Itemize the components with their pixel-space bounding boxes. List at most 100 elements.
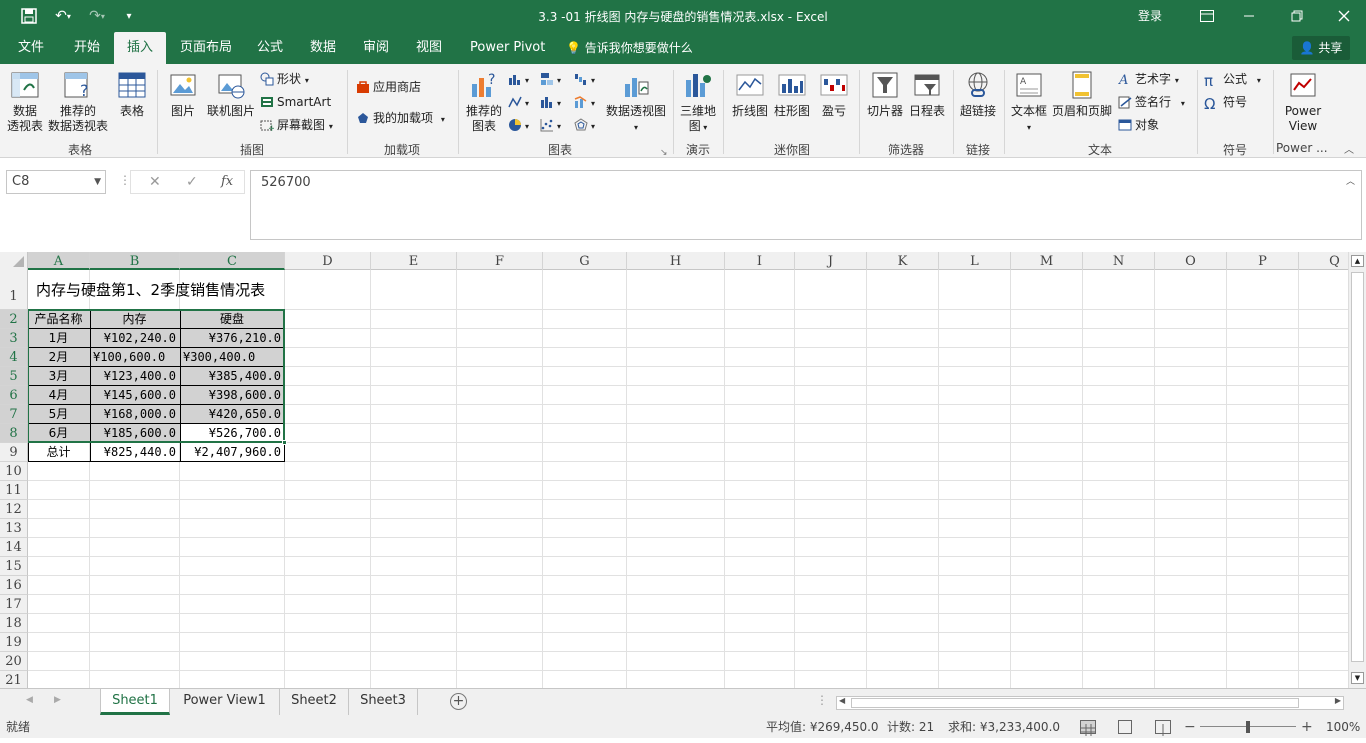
sparkline-line-button[interactable]: 折线图 <box>730 70 770 119</box>
tell-me-search[interactable]: 💡 告诉我你想要做什么 <box>566 32 693 64</box>
screenshot-button[interactable]: + 屏幕截图 ▾ <box>260 116 333 136</box>
column-header-i[interactable]: I <box>725 252 795 270</box>
cancel-icon[interactable]: ✕ <box>149 174 161 190</box>
timeline-button[interactable]: 日程表 <box>907 70 947 119</box>
pivot-table-button[interactable]: 数据 透视表 <box>5 70 45 134</box>
smartart-button[interactable]: SmartArt <box>260 93 331 111</box>
hscroll-left-icon[interactable]: ◀ <box>839 696 845 705</box>
row-header-16[interactable]: 16 <box>0 576 28 595</box>
recommended-pivot-button[interactable]: ? 推荐的 数据透视表 <box>46 70 110 134</box>
tab-insert[interactable]: 插入 <box>114 32 167 64</box>
row-header-11[interactable]: 11 <box>0 481 28 500</box>
tab-view[interactable]: 视图 <box>403 32 455 64</box>
column-header-a[interactable]: A <box>28 252 90 270</box>
tab-page-layout[interactable]: 页面布局 <box>167 32 245 64</box>
tab-file[interactable]: 文件 <box>5 32 57 64</box>
pivot-chart-button[interactable]: 数据透视图 ▾ <box>604 70 668 135</box>
column-header-d[interactable]: D <box>285 252 371 270</box>
cell-a2[interactable]: 产品名称 <box>31 310 86 329</box>
minimize-icon[interactable] <box>1238 6 1260 26</box>
column-chart-dropdown[interactable]: ▾ <box>508 70 529 90</box>
scroll-right-icon[interactable]: ▶ <box>54 695 61 705</box>
column-header-l[interactable]: L <box>939 252 1011 270</box>
row-header-6[interactable]: 6 <box>0 386 28 405</box>
cell-b2[interactable]: 内存 <box>93 310 176 329</box>
column-header-f[interactable]: F <box>457 252 543 270</box>
wordart-button[interactable]: A 艺术字 ▾ <box>1118 70 1179 90</box>
cell-c6[interactable]: ¥398,600.0 <box>183 386 281 405</box>
shapes-button[interactable]: 形状 ▾ <box>260 70 309 90</box>
sparkline-winloss-button[interactable]: 盈亏 <box>816 70 852 119</box>
row-header-8[interactable]: 8 <box>0 424 28 443</box>
store-button[interactable]: 应用商店 <box>356 78 421 96</box>
select-all-button[interactable] <box>0 252 28 270</box>
cell-a4[interactable]: 2月 <box>31 348 86 367</box>
slicer-button[interactable]: 切片器 <box>865 70 905 119</box>
cell-c7[interactable]: ¥420,650.0 <box>183 405 281 424</box>
my-addins-button[interactable]: 我的加载项 ▾ <box>356 109 445 129</box>
save-icon[interactable] <box>18 6 40 26</box>
signature-line-button[interactable]: 签名行 ▾ <box>1118 93 1185 113</box>
cell-b4[interactable]: ¥100,600.0 <box>93 348 176 367</box>
symbol-button[interactable]: Ω 符号 <box>1204 93 1247 113</box>
row-header-4[interactable]: 4 <box>0 348 28 367</box>
tab-formulas[interactable]: 公式 <box>244 32 296 64</box>
row-header-7[interactable]: 7 <box>0 405 28 424</box>
row-header-12[interactable]: 12 <box>0 500 28 519</box>
scroll-thumb[interactable] <box>1351 272 1364 662</box>
row-header-17[interactable]: 17 <box>0 595 28 614</box>
normal-view-icon[interactable] <box>1080 720 1096 736</box>
row-header-9[interactable]: 9 <box>0 443 28 462</box>
hscroll-right-icon[interactable]: ▶ <box>1335 696 1341 705</box>
cell-c4[interactable]: ¥300,400.0 <box>183 348 281 367</box>
column-header-c[interactable]: C <box>180 252 285 270</box>
recommended-charts-button[interactable]: ? 推荐的 图表 <box>463 70 505 134</box>
scroll-down-icon[interactable]: ▼ <box>1351 672 1364 684</box>
column-header-k[interactable]: K <box>867 252 939 270</box>
column-header-j[interactable]: J <box>795 252 867 270</box>
ribbon-display-options-icon[interactable] <box>1196 6 1218 26</box>
cell-b5[interactable]: ¥123,400.0 <box>93 367 176 386</box>
sheet-tab-sheet1[interactable]: Sheet1 <box>100 689 170 715</box>
cell-a7[interactable]: 5月 <box>31 405 86 424</box>
cell-a6[interactable]: 4月 <box>31 386 86 405</box>
sheet-tab-sheet2[interactable]: Sheet2 <box>280 689 349 715</box>
hyperlink-button[interactable]: 超链接 <box>957 70 999 119</box>
tab-power-pivot[interactable]: Power Pivot <box>457 32 558 64</box>
3d-map-button[interactable]: 三维地图 ▾ <box>678 70 718 135</box>
cell-c2[interactable]: 硬盘 <box>183 310 281 329</box>
row-header-20[interactable]: 20 <box>0 652 28 671</box>
page-layout-view-icon[interactable] <box>1118 720 1132 734</box>
column-header-m[interactable]: M <box>1011 252 1083 270</box>
header-footer-button[interactable]: 页眉和页脚 <box>1050 70 1114 119</box>
vertical-scrollbar[interactable]: ▲ ▼ <box>1348 252 1366 688</box>
line-chart-dropdown[interactable]: ▾ <box>508 93 529 113</box>
cell-a5[interactable]: 3月 <box>31 367 86 386</box>
share-button[interactable]: 👤 共享 <box>1292 36 1350 60</box>
object-button[interactable]: 对象 <box>1118 116 1159 134</box>
power-view-button[interactable]: Power View <box>1280 70 1326 134</box>
statistic-chart-dropdown[interactable]: ▾ <box>540 93 561 113</box>
fill-handle[interactable] <box>282 440 287 445</box>
textbox-button[interactable]: A 文本框 ▾ <box>1008 70 1050 135</box>
row-header-14[interactable]: 14 <box>0 538 28 557</box>
scroll-up-icon[interactable]: ▲ <box>1351 255 1364 267</box>
column-header-p[interactable]: P <box>1227 252 1299 270</box>
horizontal-scrollbar[interactable]: ◀ ▶ <box>836 696 1344 710</box>
column-header-h[interactable]: H <box>627 252 725 270</box>
column-header-o[interactable]: O <box>1155 252 1227 270</box>
equation-button[interactable]: π 公式 ▾ <box>1204 70 1261 90</box>
row-header-3[interactable]: 3 <box>0 329 28 348</box>
expand-formula-icon[interactable]: ︿ <box>1346 174 1355 187</box>
row-header-18[interactable]: 18 <box>0 614 28 633</box>
hscroll-thumb[interactable] <box>851 698 1299 708</box>
close-icon[interactable] <box>1333 6 1355 26</box>
scroll-left-icon[interactable]: ◀ <box>26 695 33 705</box>
cell-b9[interactable]: ¥825,440.0 <box>93 443 176 462</box>
zoom-level[interactable]: 100% <box>1326 716 1360 738</box>
row-header-2[interactable]: 2 <box>0 310 28 329</box>
cell-c9[interactable]: ¥2,407,960.0 <box>183 443 281 462</box>
redo-icon[interactable]: ↷ ▾ <box>84 6 110 26</box>
hierarchy-chart-dropdown[interactable]: ▾ <box>540 70 561 90</box>
sheet-tab-power-view1[interactable]: Power View1 <box>170 689 280 715</box>
